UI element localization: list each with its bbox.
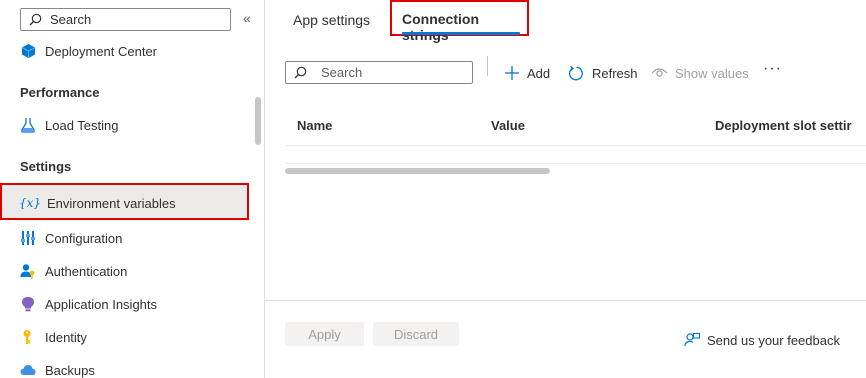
sidebar-item-configuration[interactable]: Configuration xyxy=(20,226,122,250)
sidebar-scrollbar[interactable] xyxy=(255,97,261,145)
lightbulb-icon xyxy=(20,296,36,312)
refresh-icon xyxy=(568,65,585,82)
apply-button[interactable]: Apply xyxy=(285,322,364,346)
sidebar: Search « Deployment Center Performance L… xyxy=(0,0,265,378)
search-placeholder: Search xyxy=(321,65,363,80)
tab-connection-strings-label: Connection strings xyxy=(402,11,479,43)
sliders-icon xyxy=(20,230,36,246)
sidebar-item-label: Identity xyxy=(45,329,87,345)
sidebar-item-label: Load Testing xyxy=(45,117,119,133)
section-performance: Performance xyxy=(20,85,100,100)
add-label: Add xyxy=(527,65,551,81)
sidebar-search-placeholder: Search xyxy=(50,12,92,27)
plus-icon xyxy=(504,65,520,81)
sidebar-item-label: Configuration xyxy=(45,230,123,246)
flask-icon xyxy=(20,117,36,133)
sidebar-item-deployment-center[interactable]: Deployment Center xyxy=(20,39,157,63)
feedback-icon xyxy=(684,332,700,348)
user-key-icon xyxy=(20,263,36,279)
feedback-label: Send us your feedback xyxy=(707,332,840,348)
eye-icon xyxy=(651,67,668,79)
sidebar-search-input[interactable]: Search xyxy=(20,8,231,31)
connection-strings-search-input[interactable]: Search xyxy=(285,61,473,84)
variable-icon: {x} xyxy=(18,196,42,210)
toolbar-divider xyxy=(487,56,488,76)
collapse-sidebar-icon[interactable]: « xyxy=(243,10,251,26)
sidebar-item-label: Backups xyxy=(45,362,95,378)
sidebar-item-authentication[interactable]: Authentication xyxy=(20,259,127,283)
search-icon xyxy=(294,66,307,79)
sidebar-item-label: Authentication xyxy=(45,263,128,279)
discard-button[interactable]: Discard xyxy=(373,322,459,346)
column-header-deployment-slot-setting: Deployment slot settir xyxy=(715,118,852,133)
tab-connection-strings[interactable]: Connection strings xyxy=(390,0,529,43)
refresh-button[interactable]: Refresh xyxy=(568,62,638,84)
column-header-name: Name xyxy=(297,118,333,133)
refresh-label: Refresh xyxy=(592,65,638,81)
search-icon xyxy=(29,13,42,26)
section-settings: Settings xyxy=(20,159,72,174)
sidebar-item-label: Deployment Center xyxy=(45,43,157,59)
tab-app-settings[interactable]: App settings xyxy=(293,2,370,38)
show-values-button[interactable]: Show values xyxy=(651,62,749,84)
sidebar-item-environment-variables[interactable]: {x} Environment variables xyxy=(0,183,249,220)
sidebar-item-row: {x} Environment variables xyxy=(18,191,176,215)
sidebar-item-identity[interactable]: Identity xyxy=(20,325,87,349)
cube-icon xyxy=(20,43,36,59)
sidebar-item-label: Environment variables xyxy=(47,195,176,211)
key-icon xyxy=(20,329,36,345)
main-panel: App settings Connection strings Search A… xyxy=(265,0,866,378)
sidebar-item-application-insights[interactable]: Application Insights xyxy=(20,292,157,316)
cloud-icon xyxy=(20,362,36,378)
column-header-value: Value xyxy=(491,118,525,133)
sidebar-item-label: Application Insights xyxy=(45,296,158,312)
add-button[interactable]: Add xyxy=(504,62,550,84)
horizontal-scrollbar[interactable] xyxy=(285,168,550,174)
sidebar-item-load-testing[interactable]: Load Testing xyxy=(20,113,119,137)
footer-divider xyxy=(265,300,866,301)
header-divider xyxy=(285,145,866,146)
more-options-icon[interactable]: ··· xyxy=(763,60,782,78)
feedback-link[interactable]: Send us your feedback xyxy=(684,332,840,348)
show-values-label: Show values xyxy=(675,65,749,81)
active-tab-indicator xyxy=(402,32,520,35)
sidebar-item-backups[interactable]: Backups xyxy=(20,358,95,378)
